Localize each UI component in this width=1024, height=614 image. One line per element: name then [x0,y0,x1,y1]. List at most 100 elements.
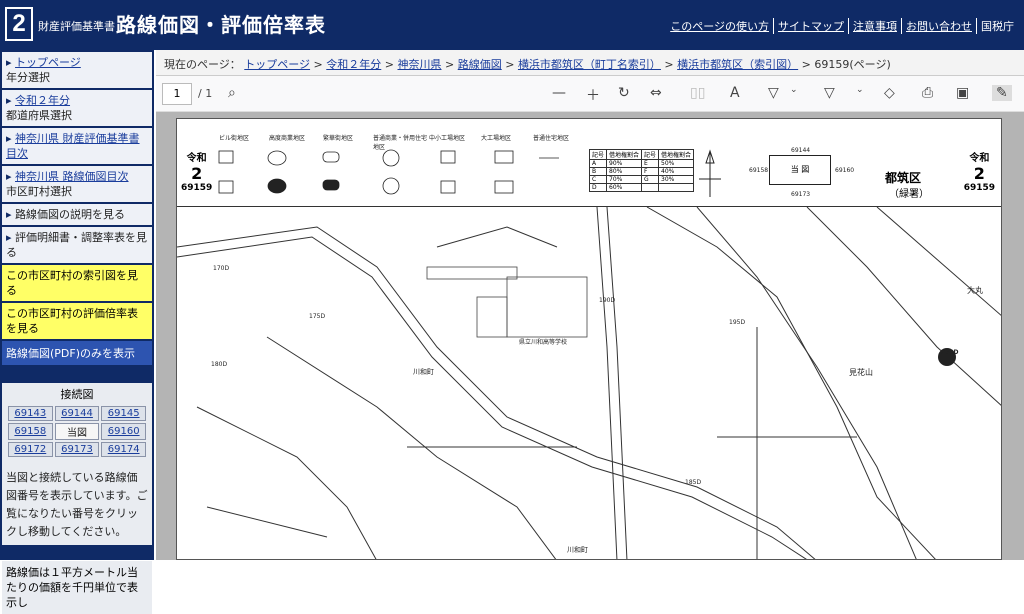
conn-cell[interactable]: 69145 [101,406,146,421]
conn-cell[interactable]: 69173 [54,442,100,457]
map-era-right: 令和 2 69159 [963,153,995,193]
conn-cell[interactable]: 69158 [8,423,53,440]
legend-label: 普通住宅地区 [533,135,570,142]
page-title: 路線価図・評価倍率表 [116,13,326,37]
route-price: 180D [211,361,228,368]
connection-grid: 69143 69144 69145 69158 当図 69160 69172 69173 6… [6,404,148,459]
neighbor-bottom[interactable]: 69173 [791,191,810,198]
neighbor-right[interactable]: 69160 [835,167,854,174]
pin-icon[interactable]: ✎ [992,85,1012,101]
breadcrumb-item[interactable]: 令和２年分 [326,58,381,71]
draw-icon[interactable]: ▽ [768,85,779,101]
legend-label: ビル街地区 [219,135,250,142]
district-name: 都筑区 [885,171,922,185]
header-links: このページの使い方 サイトマップ 注意事項 お問い合わせ 国税庁 [666,18,1018,34]
read-aloud-icon[interactable]: A [730,85,740,101]
place-label: 川和町 [567,546,588,554]
conn-cell[interactable]: 69144 [54,406,100,421]
route-price: 175D [309,313,326,320]
neighbor-top[interactable]: 69144 [791,147,810,154]
header-subtitle: 財産評価基準書 [38,20,115,33]
pdf-toolbar: 1 / 1 ⌕ — ＋ ↻ ⇔ ▯▯ A ▽ ⌄ ▽ ⌄ ◇ ⎙ ▣ ✎ [156,76,1024,112]
link-notes[interactable]: 注意事項 [849,18,902,34]
rotate-icon[interactable]: ↻ [618,85,630,101]
connection-title: 接続図 [60,388,94,401]
conn-cell-current: 当図 [54,423,100,440]
link-sitemap[interactable]: サイトマップ [774,18,849,34]
sidebar-pref[interactable]: 神奈川県 財産評価基準書目次 [2,128,152,166]
place-label: 見花山 [849,368,873,377]
breadcrumb-prefix: 現在のページ： [164,58,241,71]
conn-cell[interactable]: 69172 [8,442,53,457]
connection-help: 当図と接続している路線価図番号を表示しています。ご覧になりたい番号をクリックし移… [2,465,152,547]
logo[interactable]: 2 [5,7,33,41]
zoom-in-icon[interactable]: ＋ [586,85,600,105]
sidebar-route[interactable]: 神奈川県 路線価図目次市区町村選択 [2,166,152,204]
map-era-left: 令和 2 69159 [181,153,213,193]
highlight-icon[interactable]: ▽ [824,85,835,101]
breadcrumb-item[interactable]: 神奈川県 [398,58,442,71]
place-label: 大丸 [967,286,983,295]
route-price-map: 令和 2 69159 令和 2 69159 ビル街地区 高度商業地区 繁華街地区 普通商… [176,118,1002,560]
route-price: 195D [729,319,746,326]
link-howto[interactable]: このページの使い方 [666,18,774,34]
zoom-out-icon[interactable]: — [552,85,566,101]
place-label: 県立川和高等学校 [519,339,568,346]
route-price: 190D [599,297,616,304]
save-icon[interactable]: ▣ [956,85,969,101]
conn-cell[interactable]: 69143 [8,406,53,421]
header-bar: 2 財産評価基準書 路線価図・評価倍率表 このページの使い方 サイトマップ 注意… [0,0,1024,50]
route-price: 185D [685,479,702,486]
place-label: 川和町 [413,368,434,376]
leasehold-rate-table: 記号 借地権割合 記号 借地権割合 A 90% E 50% B 80% F 40% C 70% G 30… [588,149,695,192]
sidebar-pdf-only[interactable]: 路線価図(PDF)のみを表示 [2,341,152,367]
sidebar: トップページ年分選択 令和２年分都道府県選択 神奈川県 財産評価基準書目次 神奈… [0,50,154,614]
pdf-viewer[interactable]: 令和 2 69159 令和 2 69159 ビル街地区 高度商業地区 繁華街地区 普通商… [156,112,1024,560]
legend-label: 高度商業地区 [269,135,306,142]
sidebar-pref-link[interactable]: 神奈川県 財産評価基準書目次 [6,132,140,160]
sidebar-route-sub: 市区町村選択 [6,185,72,198]
fit-width-icon[interactable]: ⇔ [650,85,662,101]
sidebar-index-map[interactable]: この市区町村の索引図を見る [2,265,152,303]
legend-symbols [218,149,559,195]
sidebar-year-link[interactable]: 令和２年分 [15,94,70,107]
route-price: 260D [941,349,959,356]
print-icon[interactable]: ⎙ [922,85,933,101]
page-total: / 1 [198,87,213,100]
breadcrumb-item[interactable]: 路線価図 [458,58,502,71]
page-number-input[interactable]: 1 [162,83,192,105]
sidebar-top-link[interactable]: トップページ [15,56,81,69]
link-nta[interactable]: 国税庁 [977,18,1018,34]
search-icon[interactable]: ⌕ [228,85,236,101]
map-header: 令和 2 69159 令和 2 69159 ビル街地区 高度商業地区 繁華街地区 普通商… [177,119,1001,207]
link-contact[interactable]: お問い合わせ [902,18,977,34]
sidebar-item-explain[interactable]: 路線価図の説明を見る [2,204,152,227]
route-price: 170D [213,265,230,272]
conn-cell[interactable]: 69160 [101,423,146,440]
map-roads [177,207,1001,559]
breadcrumb-item[interactable]: トップページ [244,58,310,71]
north-arrow-icon [699,149,721,197]
sidebar-year-sub: 都道府県選択 [6,109,72,122]
sidebar-route-link[interactable]: 神奈川県 路線価図目次 [15,170,129,183]
breadcrumb-item[interactable]: 横浜市都筑区（索引図） [677,58,798,71]
sidebar-note: 路線価は１平方メートル当たりの価額を千円単位で表示し [2,561,152,614]
sidebar-item-forms[interactable]: 評価明細書・調整率表を見る [2,227,152,265]
legend-label: 繁華街地区 [323,135,354,142]
legend-label: 大工場地区 [481,135,512,142]
sidebar-year[interactable]: 令和２年分都道府県選択 [2,90,152,128]
neighbor-left[interactable]: 69158 [749,167,768,174]
breadcrumb-item[interactable]: 横浜市都筑区（町丁名索引） [518,58,661,71]
connection-map: 接続図 69143 69144 69145 69158 当図 69160 69172 69… [2,383,152,465]
tax-office: （緑署） [889,189,929,200]
breadcrumb-current: 69159(ページ) [814,58,891,71]
chevron-down-icon[interactable]: ⌄ [856,85,864,95]
sidebar-top[interactable]: トップページ年分選択 [2,52,152,90]
breadcrumb: 現在のページ： トップページ > 令和２年分 > 神奈川県 > 路線価図 > 横… [156,50,1024,76]
conn-cell[interactable]: 69174 [101,442,146,457]
chevron-down-icon[interactable]: ⌄ [790,85,798,95]
legend-label: 中小工場地区 [429,135,466,142]
two-page-icon[interactable]: ▯▯ [690,85,705,101]
sidebar-multiplier[interactable]: この市区町村の評価倍率表を見る [2,303,152,341]
eraser-icon[interactable]: ◇ [884,85,895,101]
